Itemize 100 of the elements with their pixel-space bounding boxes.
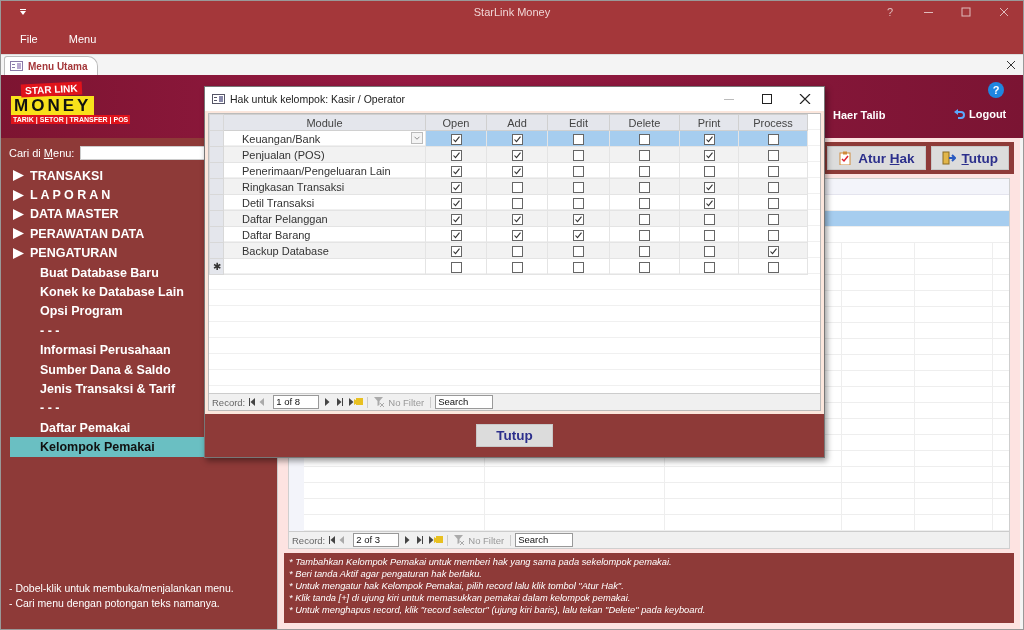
- door-arrow-icon: [941, 151, 956, 165]
- checkbox[interactable]: [767, 149, 779, 161]
- checkbox[interactable]: [450, 181, 462, 193]
- checkbox[interactable]: [703, 149, 715, 161]
- checkbox[interactable]: [450, 245, 462, 257]
- checkbox[interactable]: [573, 229, 584, 241]
- checkbox[interactable]: [573, 181, 584, 193]
- column-header[interactable]: Add: [486, 114, 548, 131]
- menu-item[interactable]: File: [13, 32, 50, 45]
- checkbox[interactable]: [639, 181, 650, 193]
- column-header[interactable]: Delete: [609, 114, 680, 131]
- search-field[interactable]: Search: [515, 533, 574, 547]
- column-header[interactable]: Edit: [547, 114, 610, 131]
- edit-rights-button[interactable]: Atur Hak: [827, 146, 926, 170]
- checkbox[interactable]: [511, 149, 523, 161]
- checkbox[interactable]: [767, 261, 779, 273]
- checkbox[interactable]: [511, 245, 523, 257]
- checkbox[interactable]: [573, 213, 584, 225]
- checkbox[interactable]: [767, 181, 779, 193]
- checkbox[interactable]: [639, 261, 650, 273]
- checkbox[interactable]: [639, 245, 650, 257]
- record-position-field[interactable]: 1 of 8: [273, 395, 320, 409]
- close-button[interactable]: Tutup: [476, 424, 553, 447]
- checkbox[interactable]: [450, 213, 462, 225]
- note-text: * Untuk menghapus record, klik "record selector" (ujung kiri baris), lalu tekan "Delete" pada keyboard.: [289, 604, 707, 616]
- close-icon[interactable]: [1007, 61, 1015, 69]
- checkbox[interactable]: [450, 133, 462, 145]
- column-header[interactable]: Print: [679, 114, 739, 131]
- table-cell: Detil Transaksi: [223, 194, 426, 211]
- checkbox[interactable]: [511, 181, 523, 193]
- column-header[interactable]: Open: [425, 114, 487, 131]
- checkbox[interactable]: [573, 133, 584, 145]
- document-tab[interactable]: Menu Utama: [4, 56, 99, 75]
- checkbox[interactable]: [511, 213, 523, 225]
- checkbox[interactable]: [511, 165, 523, 177]
- checkbox[interactable]: [703, 181, 715, 193]
- module-dropdown[interactable]: Keuangan/Bank: [223, 130, 426, 147]
- table-cell: Penerimaan/Pengeluaran Lain: [223, 162, 426, 179]
- checkbox[interactable]: [639, 149, 650, 161]
- column-header[interactable]: Process: [738, 114, 808, 131]
- hint-text: - Cari menu dengan potongan teks namanya.: [9, 597, 221, 609]
- checkbox[interactable]: [767, 229, 779, 241]
- triangle-icon: [13, 189, 24, 201]
- window-title: StarLink Money: [473, 6, 551, 18]
- checkbox[interactable]: [767, 197, 779, 209]
- checkbox[interactable]: [703, 165, 715, 177]
- checkbox[interactable]: [767, 133, 779, 145]
- quick-access-icon[interactable]: [19, 9, 27, 15]
- checkbox[interactable]: [639, 229, 650, 241]
- checkbox[interactable]: [511, 133, 523, 145]
- checkbox[interactable]: [703, 213, 715, 225]
- checkbox[interactable]: [573, 261, 584, 273]
- checkbox[interactable]: [450, 261, 462, 273]
- checkbox[interactable]: [511, 229, 523, 241]
- column-header[interactable]: Module: [223, 114, 426, 131]
- next-last-new-icon[interactable]: [403, 536, 444, 544]
- checkbox[interactable]: [573, 197, 584, 209]
- checkbox[interactable]: [703, 245, 715, 257]
- dialog-title: Hak untuk kelompok: Kasir / Operator: [230, 93, 406, 105]
- form-icon: [10, 61, 23, 71]
- checkbox[interactable]: [450, 149, 462, 161]
- checkbox[interactable]: [511, 261, 523, 273]
- checkbox[interactable]: [639, 165, 650, 177]
- checkbox[interactable]: [639, 133, 650, 145]
- checkbox[interactable]: [639, 197, 650, 209]
- checkbox[interactable]: [573, 149, 584, 161]
- help-button[interactable]: ?: [871, 6, 909, 18]
- record-position-field[interactable]: 2 of 3: [353, 533, 400, 547]
- note-text: * Klik tanda [+] di ujung kiri untuk memasukkan pemakai dalam kelompok pemakai.: [289, 592, 632, 604]
- checkbox[interactable]: [573, 165, 584, 177]
- checkbox[interactable]: [703, 261, 715, 273]
- checkbox[interactable]: [450, 197, 462, 209]
- undo-arrow-icon: [954, 108, 965, 120]
- funnel-icon: [454, 535, 466, 545]
- logo-text: MONEY: [11, 96, 95, 115]
- menu-item[interactable]: Menu: [61, 32, 109, 45]
- triangle-icon: [13, 208, 24, 220]
- note-text: * Untuk mengatur hak Kelompok Pemakai, pilih record lalu klik tombol "Atur Hak".: [289, 580, 625, 592]
- checkbox[interactable]: [767, 245, 779, 257]
- next-last-new-icon[interactable]: [323, 398, 364, 406]
- checkbox[interactable]: [767, 213, 779, 225]
- search-field[interactable]: Search: [435, 395, 494, 409]
- logout-link[interactable]: Logout: [954, 108, 1007, 120]
- close-button[interactable]: Tutup: [930, 146, 1009, 170]
- help-button[interactable]: ?: [988, 82, 1004, 98]
- checkbox[interactable]: [511, 197, 523, 209]
- table-cell: Daftar Barang: [223, 226, 426, 243]
- triangle-icon: [13, 170, 24, 182]
- checkbox[interactable]: [450, 229, 462, 241]
- checkbox[interactable]: [703, 133, 715, 145]
- checkbox[interactable]: [703, 197, 715, 209]
- record-label: Record:: [292, 534, 326, 546]
- checkbox[interactable]: [767, 165, 779, 177]
- checkbox[interactable]: [639, 213, 650, 225]
- checkbox[interactable]: [703, 229, 715, 241]
- checkbox[interactable]: [450, 165, 462, 177]
- form-icon: [212, 94, 225, 104]
- triangle-icon: [13, 228, 24, 240]
- checkbox[interactable]: [573, 245, 584, 257]
- user-name: Haer Talib: [833, 109, 886, 121]
